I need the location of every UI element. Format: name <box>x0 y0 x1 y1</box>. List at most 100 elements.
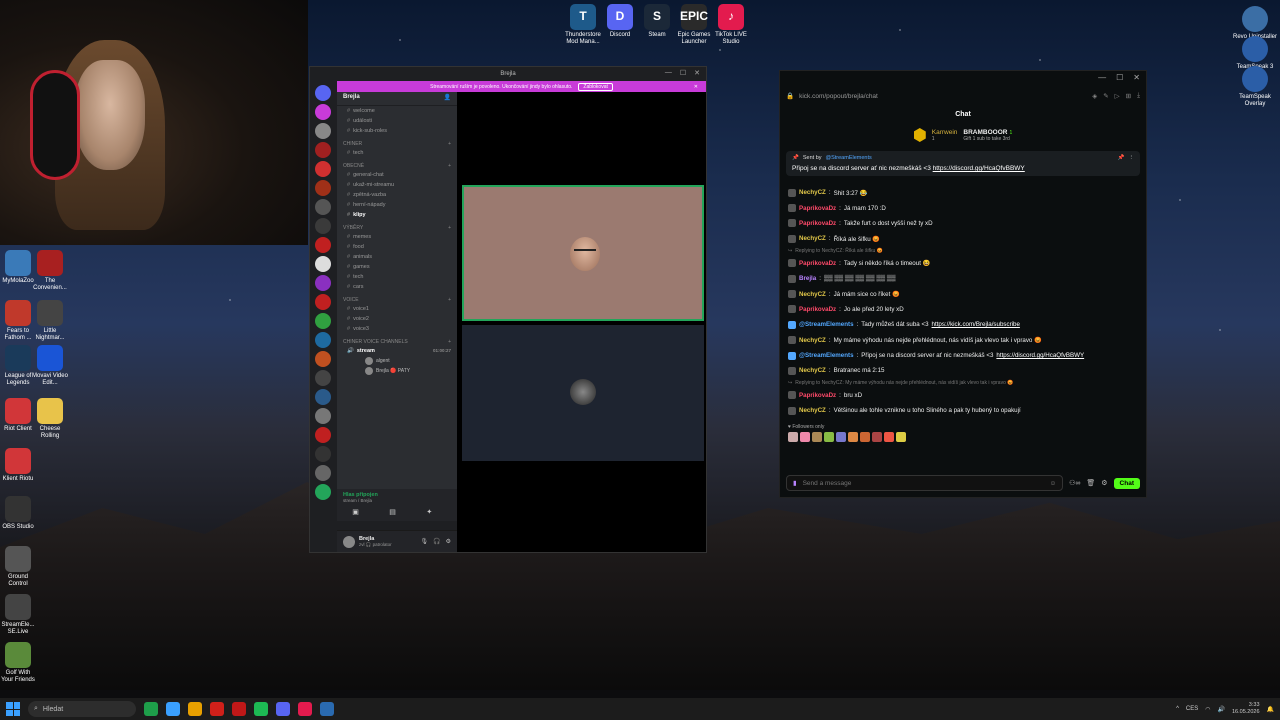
channel-item[interactable]: # animals <box>337 252 457 262</box>
channel-item[interactable]: # cars <box>337 282 457 292</box>
taskbar-app-icon[interactable] <box>210 702 224 716</box>
avatar[interactable] <box>343 535 355 548</box>
server-icon[interactable] <box>315 161 331 177</box>
desktop-icon[interactable]: StreamEle... SE.Live <box>0 594 36 635</box>
voice-member[interactable]: algent <box>337 356 457 366</box>
invite-icon[interactable]: 👤 <box>444 94 451 103</box>
channel-item[interactable]: # klipy <box>337 210 457 220</box>
reply-context[interactable]: ↪ Replying to NechyCZ: Říká ale šifku 😡 <box>788 247 1138 256</box>
url-text[interactable]: kick.com/popout/brejla/chat <box>799 93 878 100</box>
channel-item[interactable]: # herní-nápady <box>337 200 457 210</box>
volume-icon[interactable]: 🔊 <box>1218 706 1225 713</box>
server-icon[interactable] <box>315 370 331 386</box>
windows-start-icon[interactable] <box>6 702 20 716</box>
extension-icon[interactable]: ⊞ <box>1126 92 1131 100</box>
desktop-icon[interactable]: Ground Control <box>0 546 36 587</box>
desktop-icon[interactable]: TeamSpeak Overlay <box>1232 66 1278 107</box>
server-icon[interactable] <box>315 408 331 424</box>
server-icon[interactable] <box>315 294 331 310</box>
channel-item[interactable]: # welcome <box>337 106 457 116</box>
chat-message[interactable]: Brejla: ▒▒ ▒▒ ▒▒ ▒▒ ▒▒ ▒▒ ▒▒ <box>788 271 1138 286</box>
voice-member[interactable]: Brejla 🔴 PATY <box>337 366 457 376</box>
channel-item[interactable]: # memes <box>337 232 457 242</box>
server-icon[interactable] <box>315 389 331 405</box>
chat-message[interactable]: NechyCZ: Já mám sice co říket 😡 <box>788 286 1138 301</box>
chat-username[interactable]: NechyCZ <box>799 189 826 196</box>
emote[interactable] <box>884 432 894 443</box>
taskbar-app-icon[interactable] <box>188 702 202 716</box>
home-icon[interactable] <box>315 85 331 101</box>
video-tile-speaking[interactable] <box>462 185 704 321</box>
voice-channel-stream[interactable]: 🔊 stream 01:00:27 <box>337 346 457 356</box>
voice-category[interactable]: CHINER VOICE CHANNELS + <box>337 334 457 346</box>
server-icon[interactable] <box>315 351 331 367</box>
pinned-sender[interactable]: @StreamElements <box>826 155 872 161</box>
banner-close-icon[interactable]: ✕ <box>694 84 698 90</box>
chat-message[interactable]: @StreamElements: Připoj se na discord ser… <box>788 348 1138 363</box>
users-icon[interactable]: ⚇∞ <box>1069 479 1080 487</box>
emote[interactable] <box>836 432 846 443</box>
server-icon[interactable] <box>315 427 331 443</box>
taskbar-app-icon[interactable] <box>320 702 334 716</box>
taskbar-app-icon[interactable] <box>232 702 246 716</box>
server-icon[interactable] <box>315 199 331 215</box>
emote[interactable] <box>860 432 870 443</box>
desktop-icon[interactable]: Klient Riotu <box>0 448 36 483</box>
chat-message[interactable]: PaprikovaDz: bru xD <box>788 388 1138 403</box>
desktop-icon[interactable]: OBS Studio <box>0 496 36 531</box>
taskbar-search[interactable]: ⌕ Hledat <box>28 701 136 717</box>
channel-item[interactable]: # tech <box>337 148 457 158</box>
add-server-icon[interactable] <box>315 484 331 500</box>
clock[interactable]: 3:33 16.05.2026 <box>1232 702 1260 715</box>
chat-username[interactable]: @StreamElements <box>799 352 854 359</box>
chat-message[interactable]: PaprikovaDz: Tady si někdo říká o timeout… <box>788 256 1138 271</box>
taskbar-app-icon[interactable] <box>276 702 290 716</box>
channel-item[interactable]: # food <box>337 242 457 252</box>
chat-link[interactable]: https://kick.com/Brejla/subscribe <box>932 321 1020 328</box>
translate-icon[interactable]: ✎ <box>1103 92 1108 100</box>
download-icon[interactable]: ⤓ <box>1137 92 1140 100</box>
desktop-icon[interactable]: Golf With Your Friends <box>0 642 36 683</box>
camera-icon[interactable]: ▣ <box>352 508 359 516</box>
taskbar-app-icon[interactable] <box>298 702 312 716</box>
chat-message[interactable]: PaprikovaDz: Já mam 170 :D <box>788 200 1138 215</box>
microphone-icon[interactable]: 🎙 <box>421 538 429 545</box>
server-icon[interactable] <box>315 446 331 462</box>
play-icon[interactable]: ▷ <box>1115 92 1120 100</box>
server-icon[interactable] <box>315 123 331 139</box>
chat-username[interactable]: NechyCZ <box>799 407 826 414</box>
emote[interactable] <box>824 432 834 443</box>
emote[interactable] <box>848 432 858 443</box>
address-bar[interactable]: 🔒 kick.com/popout/brejla/chat ◈ ✎ ▷ ⊞ ⤓ <box>780 87 1146 105</box>
headphones-icon[interactable]: 🎧 <box>433 538 440 545</box>
minimize-icon[interactable]: — <box>665 69 672 77</box>
chat-message[interactable]: PaprikovaDz: Takže furt o dost vyšší než … <box>788 216 1138 231</box>
desktop-icon[interactable]: Little Nightmar... <box>32 300 68 341</box>
maximize-icon[interactable]: ☐ <box>1116 73 1123 85</box>
chat-message[interactable]: NechyCZ: Říká ale šifku 😡 <box>788 231 1138 246</box>
desktop-icon[interactable]: League of Legends <box>0 345 36 386</box>
chevron-up-icon[interactable]: ^ <box>1176 706 1179 712</box>
taskbar-app-icon[interactable] <box>254 702 268 716</box>
top-gifter-name[interactable]: BRAMBOOOR <box>963 129 1007 136</box>
desktop-icon[interactable]: ♪ TikTok LIVE Studio <box>708 4 754 45</box>
channel-category[interactable]: VÝBĚRY + <box>337 220 457 232</box>
minimize-icon[interactable]: — <box>1098 73 1106 85</box>
emote[interactable] <box>812 432 822 443</box>
chat-username[interactable]: @StreamElements <box>799 321 854 328</box>
chat-send-button[interactable]: Chat <box>1113 477 1140 489</box>
server-icon[interactable] <box>315 465 331 481</box>
chat-message[interactable]: NechyCZ: My máme výhodu nás nejde přehléd… <box>788 333 1138 348</box>
chat-input-box[interactable]: ▮ ☺ <box>786 475 1064 491</box>
chat-username[interactable]: PaprikovaDz <box>799 392 836 399</box>
shield-icon[interactable]: ◈ <box>1092 92 1097 100</box>
more-icon[interactable]: ⋮ <box>1129 155 1135 161</box>
chat-username[interactable]: NechyCZ <box>799 367 826 374</box>
notification-icon[interactable]: 🔔 <box>1267 706 1274 713</box>
desktop-icon[interactable]: Movavi Video Edit... <box>32 345 68 386</box>
chat-message[interactable]: NechyCZ: Bratranec má 2:15 <box>788 363 1138 378</box>
chat-username[interactable]: NechyCZ <box>799 337 826 344</box>
channel-item[interactable]: # ukaž-mi-streamu <box>337 180 457 190</box>
channel-item[interactable]: # kick-sub-roles <box>337 126 457 136</box>
server-icon[interactable] <box>315 313 331 329</box>
